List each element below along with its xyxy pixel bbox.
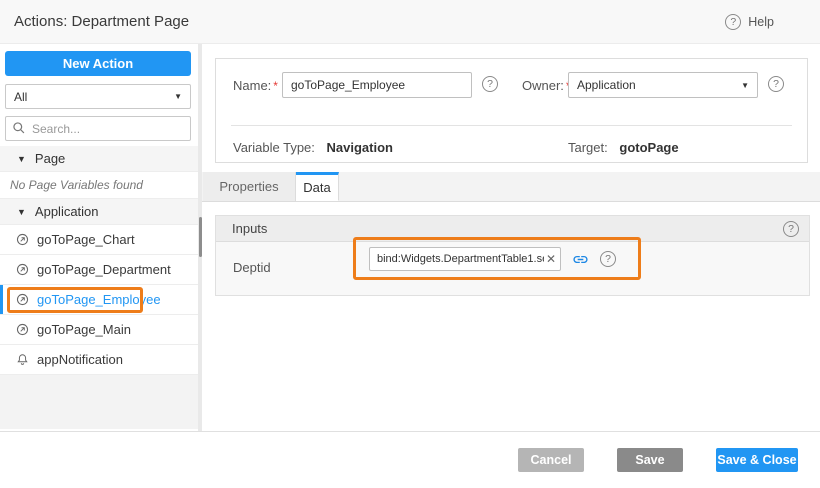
dialog-header: Actions: Department Page Help: [0, 0, 820, 44]
variables-sidebar: New Action All ▼ ▼ Page No Page Variable…: [0, 44, 198, 431]
tree-item-gotopage-main[interactable]: goToPage_Main: [0, 315, 198, 345]
panel-divider: [231, 125, 792, 126]
filter-dropdown-value: All: [14, 90, 27, 104]
search-icon: [12, 121, 26, 135]
help-link[interactable]: Help: [725, 14, 774, 30]
search-box: [5, 116, 191, 141]
tree-group-application[interactable]: ▼ Application: [0, 199, 198, 225]
notification-icon: [16, 353, 29, 366]
name-help-icon[interactable]: [482, 76, 498, 92]
tree-item-label: goToPage_Department: [37, 262, 171, 277]
deptid-bind-input[interactable]: bind:Widgets.DepartmentTable1.selec ✕: [369, 247, 561, 271]
tree-item-label: goToPage_Main: [37, 322, 131, 337]
tree-group-label: Application: [35, 204, 99, 219]
page-title: Actions: Department Page: [14, 0, 189, 44]
deptid-bind-value: bind:Widgets.DepartmentTable1.selec: [377, 253, 544, 265]
inputs-section-body: Deptid bind:Widgets.DepartmentTable1.sel…: [216, 242, 809, 295]
search-input[interactable]: [5, 116, 191, 141]
variable-type-value: Navigation: [327, 140, 393, 155]
tree-group-label: Page: [35, 151, 65, 166]
owner-label: Owner:*: [522, 78, 571, 93]
new-action-button[interactable]: New Action: [5, 51, 191, 76]
action-summary-panel: Name:* Owner:* Application ▼ Variable Ty…: [215, 58, 808, 163]
tree-item-gotopage-department[interactable]: goToPage_Department: [0, 255, 198, 285]
chevron-down-icon: ▼: [174, 92, 182, 101]
collapse-arrow-icon: ▼: [17, 154, 26, 164]
deptid-label: Deptid: [233, 260, 271, 275]
clear-icon[interactable]: ✕: [544, 252, 556, 266]
target-value: gotoPage: [619, 140, 678, 155]
tab-data[interactable]: Data: [296, 172, 339, 201]
dialog-footer: Cancel Save Save & Close: [0, 431, 820, 488]
variable-type-row: Variable Type: Navigation: [233, 140, 393, 155]
bind-link-icon[interactable]: [572, 251, 589, 268]
help-label: Help: [748, 15, 774, 29]
inputs-section-header: Inputs: [216, 216, 809, 242]
navigation-icon: [16, 233, 29, 246]
tree-filler: [0, 375, 198, 429]
tree-group-page[interactable]: ▼ Page: [0, 146, 198, 172]
target-label: Target:: [568, 140, 608, 155]
save-button[interactable]: Save: [617, 448, 683, 472]
tree-item-gotopage-employee[interactable]: goToPage_Employee: [0, 285, 198, 315]
name-input[interactable]: [282, 72, 472, 98]
navigation-icon: [16, 263, 29, 276]
action-detail-pane: Name:* Owner:* Application ▼ Variable Ty…: [202, 44, 820, 431]
actions-dialog: Actions: Department Page Help New Action…: [0, 0, 820, 488]
navigation-icon: [16, 323, 29, 336]
name-label: Name:*: [233, 78, 278, 93]
deptid-help-icon[interactable]: [600, 251, 616, 267]
tab-bar: Properties Data: [202, 172, 820, 202]
save-and-close-button[interactable]: Save & Close: [716, 448, 798, 472]
filter-dropdown[interactable]: All ▼: [5, 84, 191, 109]
tree-item-label: appNotification: [37, 352, 123, 367]
variable-type-label: Variable Type:: [233, 140, 315, 155]
collapse-arrow-icon: ▼: [17, 207, 26, 217]
target-row: Target: gotoPage: [568, 140, 679, 155]
owner-select-value: Application: [577, 78, 636, 92]
inputs-help-icon[interactable]: [783, 221, 799, 237]
inputs-section-title: Inputs: [232, 221, 267, 236]
chevron-down-icon: ▼: [741, 81, 749, 90]
empty-message: No Page Variables found: [0, 172, 198, 199]
variables-tree: ▼ Page No Page Variables found ▼ Applica…: [0, 146, 198, 429]
navigation-icon: [16, 293, 29, 306]
tree-item-label: goToPage_Chart: [37, 232, 135, 247]
owner-help-icon[interactable]: [768, 76, 784, 92]
tree-item-label: goToPage_Employee: [37, 292, 161, 307]
tab-properties[interactable]: Properties: [203, 172, 296, 201]
tree-item-appnotification[interactable]: appNotification: [0, 345, 198, 375]
owner-select[interactable]: Application ▼: [568, 72, 758, 98]
tree-item-gotopage-chart[interactable]: goToPage_Chart: [0, 225, 198, 255]
required-asterisk: *: [273, 79, 278, 93]
help-icon: [725, 14, 741, 30]
inputs-section: Inputs Deptid bind:Widgets.DepartmentTab…: [215, 215, 810, 296]
cancel-button[interactable]: Cancel: [518, 448, 584, 472]
